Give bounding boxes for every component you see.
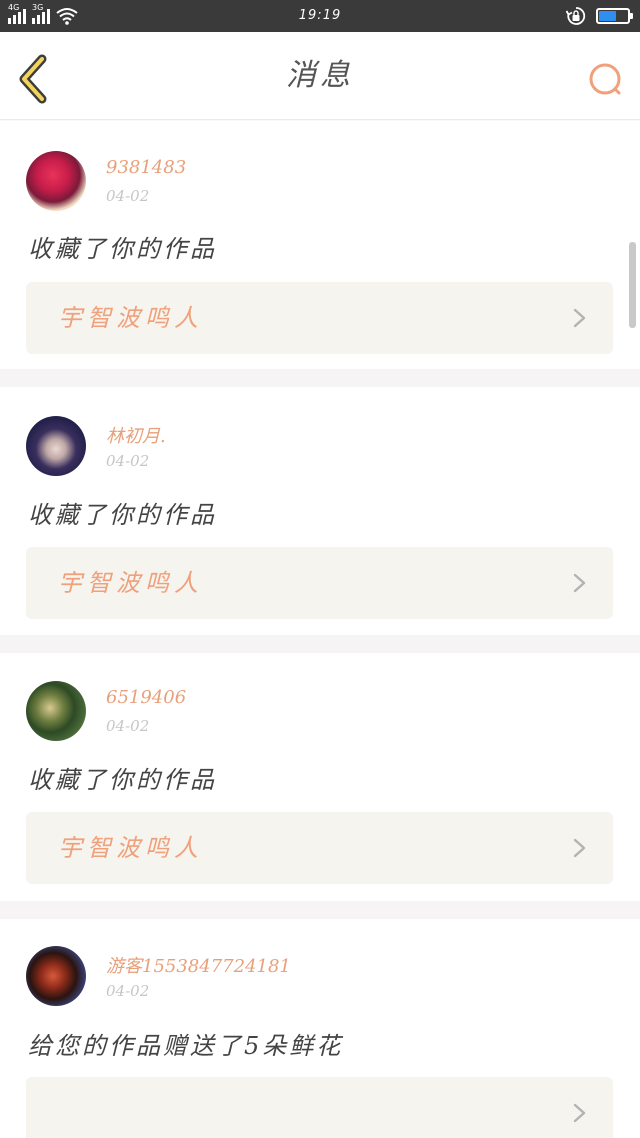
work-link[interactable]: 宇智波鸣人 <box>26 282 613 354</box>
message-date: 04-02 <box>106 982 150 1000</box>
search-button[interactable] <box>586 60 626 100</box>
message-text: 收藏了你的作品 <box>28 766 217 794</box>
message-text: 收藏了你的作品 <box>28 235 217 263</box>
card-separator <box>0 901 640 919</box>
scrollbar[interactable] <box>629 242 636 328</box>
user-avatar[interactable] <box>26 681 86 741</box>
chevron-right-icon <box>573 838 586 858</box>
chevron-right-icon <box>573 308 586 328</box>
work-title: 宇智波鸣人 <box>58 569 203 597</box>
rotation-lock-icon <box>566 7 586 25</box>
message-card: 6519406 04-02 收藏了你的作品 宇智波鸣人 <box>0 653 640 901</box>
page-title: 消息 <box>286 58 354 93</box>
user-avatar[interactable] <box>26 416 86 476</box>
nav-bar: 消息 <box>0 32 640 120</box>
battery-icon <box>596 8 633 24</box>
chevron-right-icon <box>573 573 586 593</box>
card-separator <box>0 635 640 653</box>
work-title: 宇智波鸣人 <box>58 304 203 332</box>
user-avatar[interactable] <box>26 151 86 211</box>
card-separator <box>0 369 640 387</box>
message-card: 林初月. 04-02 收藏了你的作品 宇智波鸣人 <box>0 387 640 635</box>
status-time: 19:19 <box>298 8 342 23</box>
message-date: 04-02 <box>106 452 150 470</box>
chevron-right-icon <box>573 1103 586 1123</box>
message-card: 9381483 04-02 收藏了你的作品 宇智波鸣人 <box>0 121 640 369</box>
work-link[interactable]: 宇智波鸣人 <box>26 812 613 884</box>
message-date: 04-02 <box>106 187 150 205</box>
username[interactable]: 游客1553847724181 <box>106 952 291 978</box>
message-card: 游客1553847724181 04-02 给您的作品赠送了5朵鲜花 <box>0 919 640 1138</box>
message-text: 给您的作品赠送了5朵鲜花 <box>28 1032 344 1060</box>
work-title: 宇智波鸣人 <box>58 834 203 862</box>
work-link[interactable] <box>26 1077 613 1138</box>
status-bar: 4G 3G 19:19 <box>0 0 640 32</box>
username[interactable]: 林初月. <box>106 422 166 448</box>
work-link[interactable]: 宇智波鸣人 <box>26 547 613 619</box>
battery-level <box>599 11 616 21</box>
message-text: 收藏了你的作品 <box>28 501 217 529</box>
search-icon <box>589 63 621 95</box>
username[interactable]: 9381483 <box>106 157 186 178</box>
user-avatar[interactable] <box>26 946 86 1006</box>
message-date: 04-02 <box>106 717 150 735</box>
username[interactable]: 6519406 <box>106 687 186 708</box>
